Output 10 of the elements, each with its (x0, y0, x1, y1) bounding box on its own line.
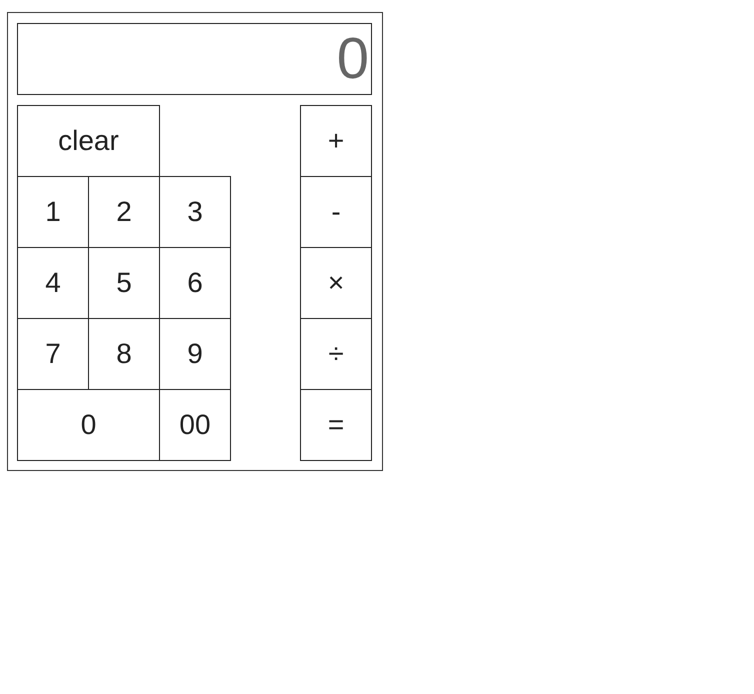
keypad-button[interactable]: 0 (17, 389, 160, 461)
keypad-button[interactable]: 3 (159, 176, 231, 248)
keypad-button[interactable]: clear (17, 105, 160, 177)
operator-button[interactable]: - (300, 176, 372, 248)
operator-button[interactable]: ÷ (300, 318, 372, 390)
keypad-button[interactable]: 00 (159, 389, 231, 461)
operator-button[interactable]: + (300, 105, 372, 177)
operator-button[interactable]: × (300, 247, 372, 319)
calculator-display: 0 (17, 23, 372, 95)
operator-button[interactable]: = (300, 389, 372, 461)
